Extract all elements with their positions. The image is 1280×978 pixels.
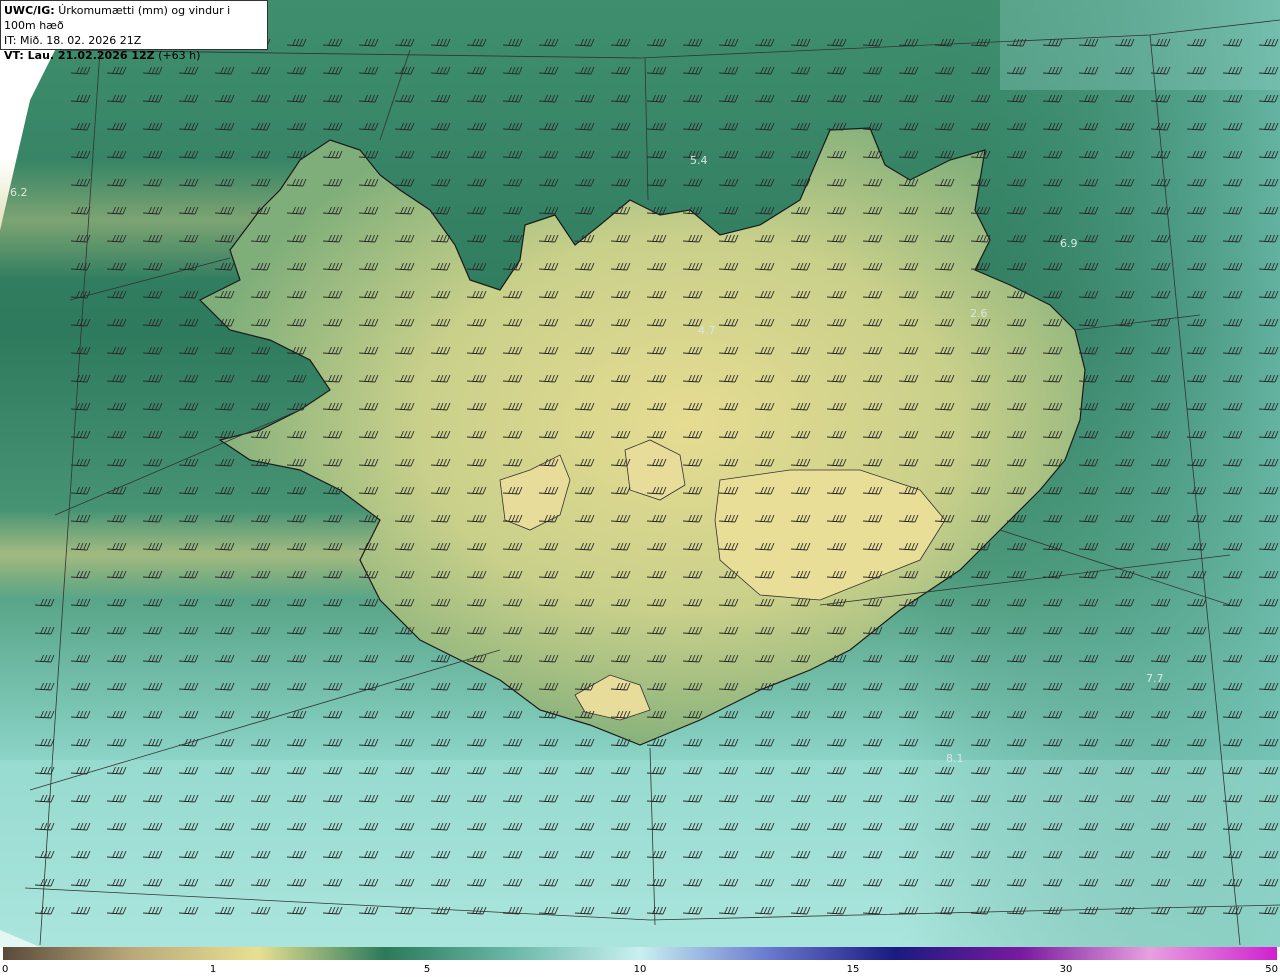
init-time: IT: Mið. 18. 02. 2026 21Z (4, 34, 142, 47)
forecast-offset: (+63 h) (158, 49, 201, 62)
value-label-south: 8.1 (946, 752, 964, 765)
value-label-north: 5.4 (690, 154, 708, 167)
colorbar-tick-50: 50 (1265, 964, 1278, 975)
colorbar: 0 1 5 10 15 30 50 (0, 947, 1280, 978)
colorbar-tick-1: 1 (209, 964, 217, 975)
value-label-east: 2.6 (970, 307, 988, 320)
value-label-central: 4.7 (698, 324, 716, 337)
product-code: UWC/IG: (4, 4, 55, 17)
value-label-southeast: 7.7 (1146, 672, 1164, 685)
map-canvas: 6.2 5.4 6.9 2.6 4.7 7.7 8.1 (0, 0, 1280, 947)
colorbar-tick-30: 30 (1059, 964, 1073, 975)
colorbar-tick-15: 15 (846, 964, 860, 975)
precipitable-water-map: 6.2 5.4 6.9 2.6 4.7 7.7 8.1 (0, 0, 1280, 947)
value-label-northeast: 6.9 (1060, 237, 1078, 250)
colorbar-tick-10: 10 (633, 964, 647, 975)
map-info-box: UWC/IG: Úrkomumætti (mm) og vindur i 100… (0, 0, 268, 62)
colorbar-strip (3, 947, 1277, 960)
value-label-west: 6.2 (10, 186, 28, 199)
colorbar-tick-5: 5 (423, 964, 431, 975)
colorbar-tick-0: 0 (2, 964, 9, 975)
valid-time: VT: Lau. 21.02.2026 12Z (4, 49, 155, 62)
